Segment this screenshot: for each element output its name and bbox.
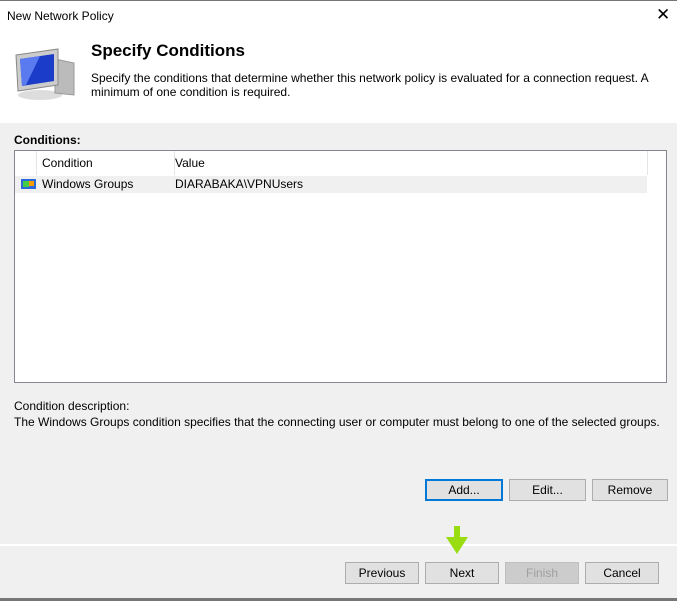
add-button[interactable]: Add...	[425, 479, 503, 501]
arrow-indicator-icon	[446, 526, 468, 554]
remove-button[interactable]: Remove	[592, 479, 668, 501]
condition-description-text: The Windows Groups condition specifies t…	[14, 415, 660, 429]
previous-button[interactable]: Previous	[345, 562, 419, 584]
windows-groups-icon	[21, 179, 36, 189]
finish-button[interactable]: Finish	[505, 562, 579, 584]
page-description: Specify the conditions that determine wh…	[91, 71, 648, 99]
computer-icon	[15, 48, 75, 100]
column-header-condition[interactable]: Condition	[37, 151, 175, 175]
table-row[interactable]: Windows Groups DIARABAKA\VPNUsers	[15, 176, 647, 193]
condition-cell: Windows Groups	[42, 177, 134, 191]
column-header-value[interactable]: Value	[170, 151, 648, 175]
header-panel: New Network Policy ✕ Specify Conditions …	[0, 0, 677, 123]
conditions-label: Conditions:	[14, 133, 81, 147]
column-header-icon	[15, 151, 37, 175]
next-button[interactable]: Next	[425, 562, 499, 584]
condition-description-label: Condition description:	[14, 399, 130, 413]
separator	[0, 544, 677, 546]
conditions-list[interactable]: Condition Value Windows Groups DIARABAKA…	[14, 150, 667, 383]
page-title: Specify Conditions	[91, 41, 245, 60]
close-button[interactable]: ✕	[656, 5, 670, 25]
cancel-button[interactable]: Cancel	[585, 562, 659, 584]
edit-button[interactable]: Edit...	[509, 479, 586, 501]
value-cell: DIARABAKA\VPNUsers	[175, 177, 304, 191]
window-title: New Network Policy	[7, 9, 114, 23]
